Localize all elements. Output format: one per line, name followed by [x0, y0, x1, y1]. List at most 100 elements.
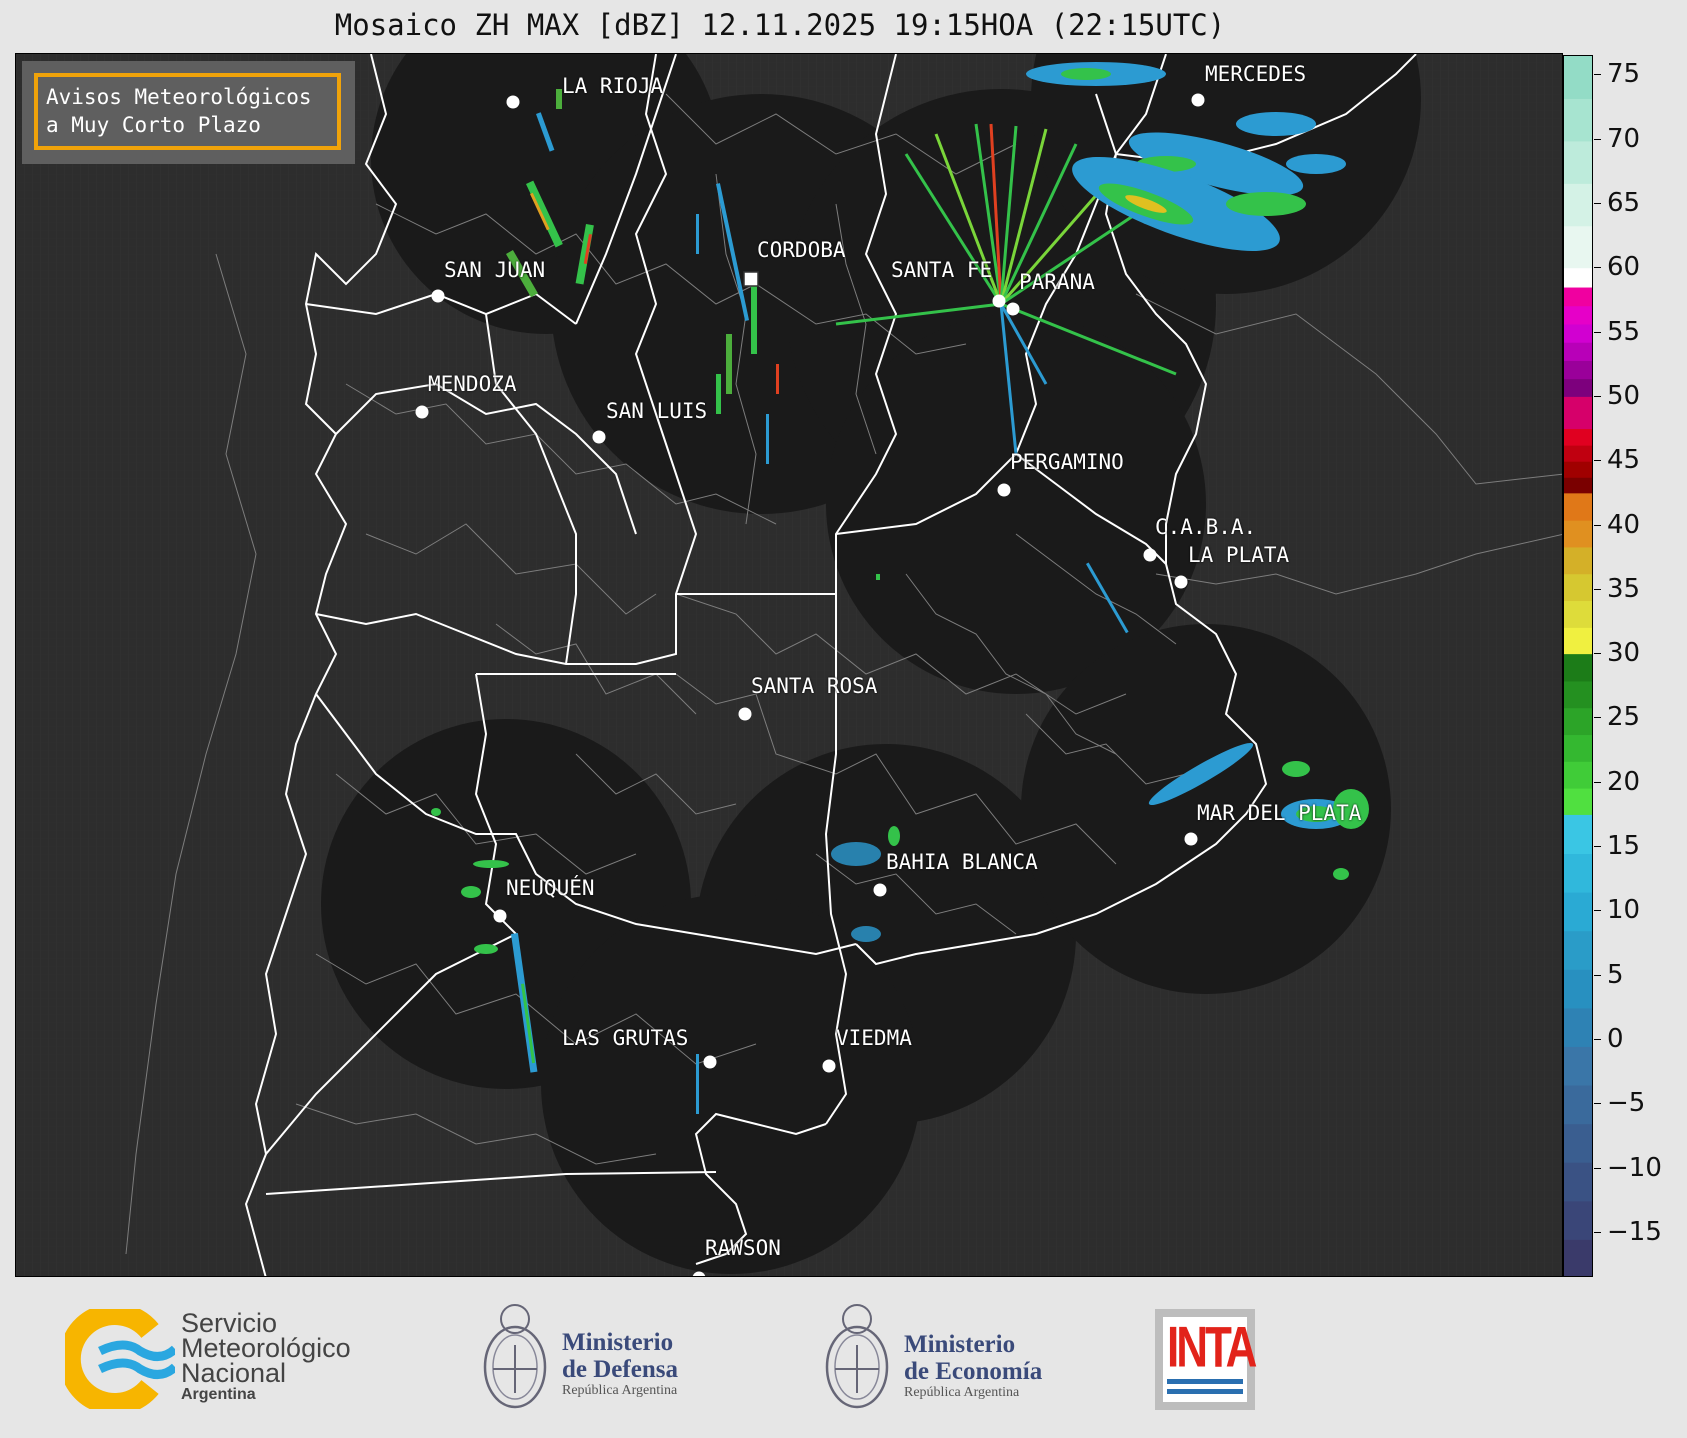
colorbar-band-22 [1564, 493, 1592, 521]
city-label-rawson: RAWSON [705, 1236, 781, 1260]
colorbar-band-20 [1564, 546, 1592, 575]
colorbar-band-37 [1564, 930, 1592, 970]
city-marker-santa-rosa [738, 707, 752, 721]
economia-sub: República Argentina [904, 1385, 1020, 1400]
city-label-bahia-blanca: BAHIA BLANCA [886, 850, 1038, 874]
city-label-la-plata: LA PLATA [1188, 543, 1290, 567]
city-label-pergamino: PERGAMINO [1010, 450, 1124, 474]
city-marker-viedma [822, 1059, 836, 1073]
smn-emblem-icon [65, 1309, 175, 1409]
colorbar-band-28 [1564, 654, 1592, 682]
colorbar-band-17 [1564, 627, 1592, 655]
colorbar-band-4 [1564, 56, 1592, 99]
defensa-line-2: de Defensa [562, 1356, 678, 1383]
inta-logo: INTA [1155, 1309, 1257, 1410]
colorbar-tick-label: 45 [1594, 445, 1640, 475]
colorbar-tick-label: −15 [1594, 1217, 1662, 1247]
smn-wordmark: Servicio Meteorológico Nacional Argentin… [181, 1310, 351, 1404]
colorbar-band-27 [1564, 680, 1592, 709]
colorbar-band-18 [1564, 600, 1592, 628]
city-marker-dot-cordoba [746, 274, 756, 284]
city-marker-san-juan [431, 289, 445, 303]
colorbar-band-38 [1564, 892, 1592, 932]
colorbar-band-40 [1564, 814, 1592, 855]
city-marker-mar-del-plata [1184, 832, 1198, 846]
city-marker-santa-fe [992, 294, 1006, 308]
city-marker-mendoza [415, 405, 429, 419]
colorbar-tick-label: 0 [1594, 1024, 1624, 1054]
notice-line-1: Avisos Meteorológicos [46, 85, 312, 109]
city-marker-mercedes [1191, 93, 1205, 107]
city-marker-la-rioja [506, 95, 520, 109]
colorbar-band-8 [1564, 342, 1592, 361]
city-label-c-a-b-a-: C.A.B.A. [1155, 515, 1257, 539]
colorbar-tick-label: 15 [1594, 831, 1640, 861]
economia-logo: Ministerio de Economía República Argenti… [822, 1297, 1072, 1422]
city-marker-parana [1006, 302, 1020, 316]
city-label-parana: PARANA [1019, 270, 1095, 294]
colorbar-band-26 [1564, 707, 1592, 736]
colorbar-band-11 [1564, 287, 1592, 307]
colorbar-band-2 [1564, 140, 1592, 184]
colorbar-ticks: 75 70 65 60 55 50 45 40 35 30 25 20 15 10 5 0 −5 −10 −15 [1594, 0, 1687, 1300]
city-label-santa-fe: SANTA FE [891, 258, 993, 282]
city-label-san-juan: SAN JUAN [444, 258, 546, 282]
colorbar-tick-label: 40 [1594, 510, 1640, 540]
city-marker-la-plata [1174, 575, 1188, 589]
notice-panel: Avisos Meteorológicos a Muy Corto Plazo [22, 61, 355, 164]
city-label-mendoza: MENDOZA [428, 372, 517, 396]
colorbar-tick-label: 55 [1594, 317, 1640, 347]
city-label-san-luis: SAN LUIS [606, 399, 708, 423]
city-label-mercedes: MERCEDES [1205, 62, 1307, 86]
colorbar-band-36 [1564, 969, 1592, 1009]
colorbar-band-7 [1564, 360, 1592, 380]
defensa-logo: Ministerio de Defensa República Argentin… [480, 1297, 720, 1422]
colorbar-band-6 [1564, 378, 1592, 398]
colorbar-tick-label: 50 [1594, 381, 1640, 411]
city-marker-las-grutas [703, 1055, 717, 1069]
defensa-seal-icon [483, 1304, 547, 1409]
colorbar-tick-label: −10 [1594, 1153, 1662, 1183]
city-marker-bahia-blanca [873, 883, 887, 897]
smn-logo: Servicio Meteorológico Nacional Argentin… [65, 1309, 385, 1409]
colorbar-scale [1564, 56, 1592, 1276]
colorbar-band-15 [1564, 445, 1592, 462]
defensa-sub: República Argentina [562, 1383, 678, 1398]
city-label-la-rioja: LA RIOJA [562, 74, 664, 98]
notice-frame: Avisos Meteorológicos a Muy Corto Plazo [34, 73, 341, 150]
colorbar-tick-label: 5 [1594, 960, 1624, 990]
colorbar-band-1 [1564, 183, 1592, 227]
colorbar-band-39 [1564, 853, 1592, 893]
colorbar-tick-label: 25 [1594, 702, 1640, 732]
colorbar-band-21 [1564, 520, 1592, 548]
colorbar-band-29 [1564, 1239, 1592, 1276]
colorbar-band-33 [1564, 1085, 1592, 1125]
colorbar-band-23 [1564, 788, 1592, 816]
radar-map [15, 53, 1563, 1277]
economia-wordmark: Ministerio de Economía República Argenti… [904, 1331, 1042, 1401]
colorbar-band-13 [1564, 477, 1592, 494]
colorbar-band-9 [1564, 323, 1592, 343]
colorbar-tick-label: 20 [1594, 767, 1640, 797]
colorbar-band-10 [1564, 305, 1592, 325]
colorbar-band-34 [1564, 1046, 1592, 1086]
colorbar-band-32 [1564, 1123, 1592, 1163]
colorbar-tick-label: 35 [1594, 574, 1640, 604]
colorbar [1563, 55, 1593, 1277]
city-label-cordoba: CORDOBA [757, 238, 846, 262]
city-label-santa-rosa: SANTA ROSA [751, 674, 878, 698]
page-title: Mosaico ZH MAX [dBZ] 12.11.2025 19:15HOA… [334, 8, 1226, 42]
economia-line-2: de Economía [904, 1358, 1043, 1385]
city-marker-neuqu-n [493, 909, 507, 923]
colorbar-band-5 [1564, 268, 1592, 289]
colorbar-band-30 [1564, 1200, 1592, 1240]
colorbar-band-0 [1564, 225, 1592, 269]
colorbar-band-25 [1564, 734, 1592, 762]
defensa-wordmark: Ministerio de Defensa República Argentin… [562, 1329, 678, 1399]
inta-wordmark: INTA [1167, 1315, 1257, 1380]
colorbar-band-12 [1564, 396, 1592, 430]
smn-line-3: Nacional [181, 1358, 287, 1388]
colorbar-band-3 [1564, 98, 1592, 142]
colorbar-band-19 [1564, 573, 1592, 602]
city-marker-c-a-b-a- [1143, 548, 1157, 562]
